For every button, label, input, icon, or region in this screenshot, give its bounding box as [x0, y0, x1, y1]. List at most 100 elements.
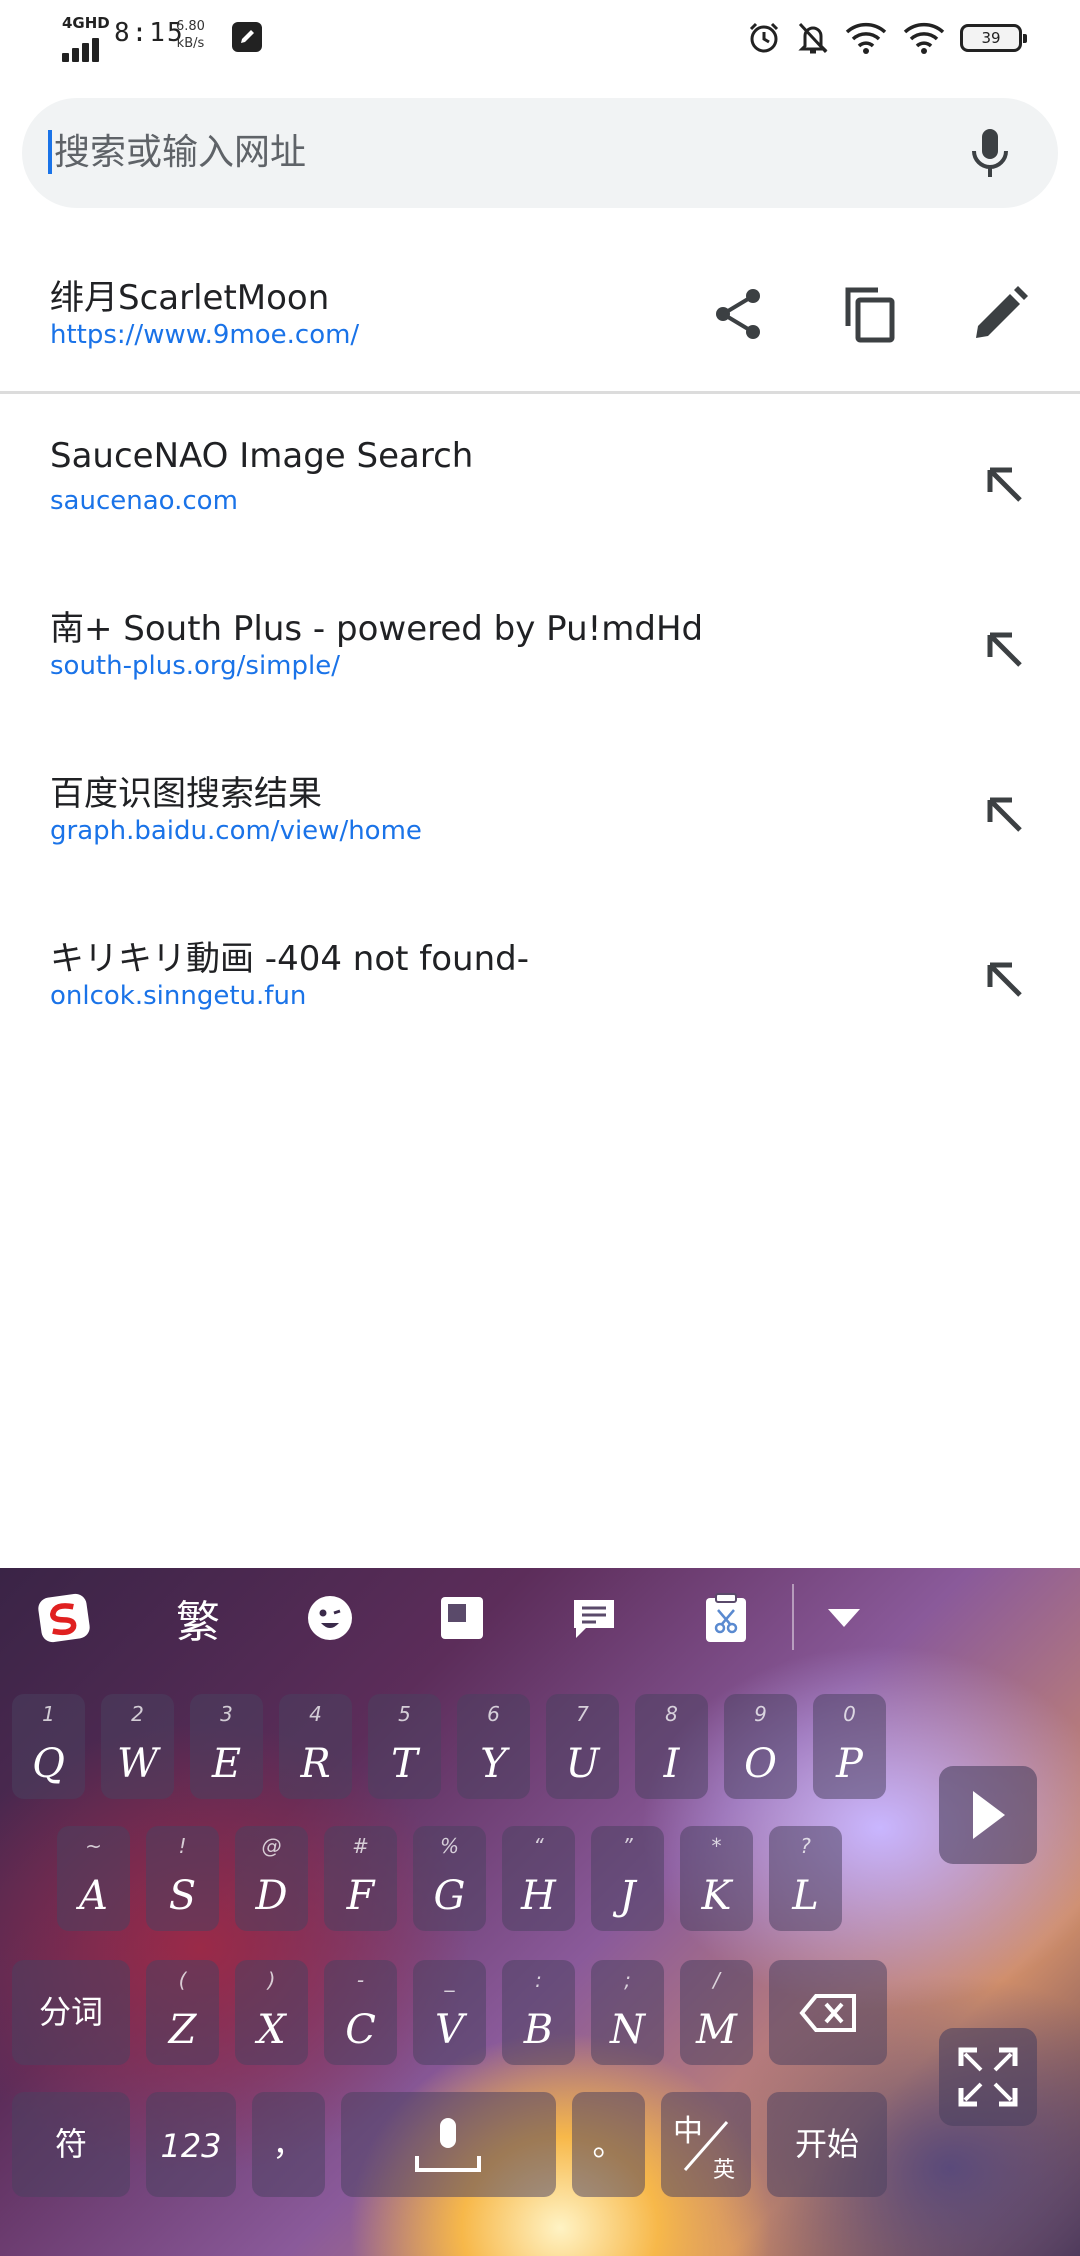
suggestion-row[interactable]: SauceNAO Image Search saucenao.com	[0, 420, 1080, 570]
key-a[interactable]: ~ A	[57, 1826, 130, 1931]
suggestion-row[interactable]: 南+ South Plus - powered by Pu!mdHd south…	[0, 585, 1080, 735]
suggestion-url: south-plus.org/simple/	[50, 651, 340, 681]
key-label: D	[255, 1873, 288, 1919]
key-i[interactable]: 8I	[635, 1694, 708, 1799]
comma-key[interactable]: ，	[252, 2092, 325, 2197]
key-hint: 9	[754, 1702, 767, 1726]
resize-keyboard-icon[interactable]	[434, 1590, 490, 1646]
key-t[interactable]: 5T	[368, 1694, 441, 1799]
key-label: Z	[168, 2007, 197, 2053]
key-label: X	[257, 2007, 286, 2053]
key-c[interactable]: -C	[324, 1960, 397, 2065]
key-o[interactable]: 9O	[724, 1694, 797, 1799]
key-w[interactable]: 2W	[101, 1694, 174, 1799]
fill-query-arrow-icon[interactable]	[980, 625, 1030, 675]
period-key[interactable]: 。	[572, 2092, 645, 2197]
key-y[interactable]: 6Y	[457, 1694, 530, 1799]
key-n[interactable]: ; N	[591, 1960, 664, 2065]
cursor-right-button[interactable]	[939, 1766, 1037, 1864]
key-u[interactable]: 7U	[546, 1694, 619, 1799]
toolbar-divider	[792, 1584, 794, 1650]
key-label: 符	[54, 2125, 87, 2163]
suggestion-url: onlcok.sinngetu.fun	[50, 981, 307, 1011]
key-hint: (	[178, 1968, 187, 1992]
language-switch-key[interactable]: 中 英	[661, 2092, 751, 2197]
suggestion-row[interactable]: キリキリ動画 -404 not found- onlcok.sinngetu.f…	[0, 915, 1080, 1065]
key-label: O	[744, 1741, 777, 1787]
key-hint: -	[356, 1968, 365, 1992]
expand-keyboard-button[interactable]	[939, 2028, 1037, 2126]
key-label: 开始	[794, 2125, 859, 2163]
key-e[interactable]: 3E	[190, 1694, 263, 1799]
key-f[interactable]: # F	[324, 1826, 397, 1931]
key-hint: )	[267, 1968, 276, 1992]
key-label: A	[79, 1873, 108, 1919]
hide-keyboard-icon[interactable]	[816, 1590, 872, 1646]
sogou-logo-icon[interactable]	[36, 1590, 92, 1646]
key-g[interactable]: % G	[413, 1826, 486, 1931]
key-b[interactable]: :B	[502, 1960, 575, 2065]
key-label: 123	[160, 2127, 222, 2165]
suggestion-title: キリキリ動画 -404 not found-	[50, 939, 529, 979]
copy-icon[interactable]	[838, 282, 902, 346]
key-d[interactable]: @ D	[235, 1826, 308, 1931]
keyboard-toolbar: 繁	[0, 1568, 1080, 1668]
quick-phrase-icon[interactable]	[566, 1590, 622, 1646]
current-page-row[interactable]: 绯月ScarletMoon https://www.9moe.com/	[0, 0, 1080, 394]
key-label: J	[619, 1873, 636, 1919]
key-p[interactable]: 0P	[813, 1694, 886, 1799]
key-label: ，	[272, 2125, 305, 2163]
key-k[interactable]: * K	[680, 1826, 753, 1931]
key-hint: ”	[622, 1834, 633, 1858]
key-hint: 6	[487, 1702, 500, 1726]
suggestion-url: graph.baidu.com/view/home	[50, 816, 422, 846]
current-page-title: 绯月ScarletMoon	[50, 278, 330, 318]
edit-icon[interactable]	[968, 282, 1032, 346]
key-r[interactable]: 4R	[279, 1694, 352, 1799]
key-label: S	[168, 1873, 197, 1919]
key-label: Q	[32, 1741, 65, 1787]
key-h[interactable]: “H	[502, 1826, 575, 1931]
key-hint: !	[178, 1834, 187, 1858]
go-key[interactable]: 开始	[767, 2092, 887, 2197]
divider	[0, 391, 1080, 394]
key-label: K	[701, 1873, 732, 1919]
key-label: P	[836, 1741, 863, 1787]
key-hint: ;	[624, 1968, 631, 1992]
key-z[interactable]: (Z	[146, 1960, 219, 2065]
key-j[interactable]: ” J	[591, 1826, 664, 1931]
symbols-key[interactable]: 符	[12, 2092, 130, 2197]
space-key[interactable]	[341, 2092, 556, 2197]
key-m[interactable]: / M	[680, 1960, 753, 2065]
key-label: I	[663, 1741, 680, 1787]
key-v[interactable]: _ V	[413, 1960, 486, 2065]
suggestion-title: SauceNAO Image Search	[50, 436, 474, 476]
key-label: M	[696, 2007, 737, 2053]
fill-query-arrow-icon[interactable]	[980, 460, 1030, 510]
key-hint: 4	[309, 1702, 322, 1726]
backspace-key[interactable]	[769, 1960, 887, 2065]
key-hint: 5	[398, 1702, 411, 1726]
key-s[interactable]: ! S	[146, 1826, 219, 1931]
key-hint: _	[444, 1968, 455, 1992]
key-label: 分词	[38, 1993, 103, 2031]
key-hint: 0	[843, 1702, 856, 1726]
emoji-icon[interactable]	[302, 1590, 358, 1646]
suggestion-row[interactable]: 百度识图搜索结果 graph.baidu.com/view/home	[0, 750, 1080, 900]
key-x[interactable]: ) X	[235, 1960, 308, 2065]
key-hint: 3	[220, 1702, 233, 1726]
segment-key[interactable]: 分词	[12, 1960, 130, 2065]
key-l[interactable]: ? L	[769, 1826, 842, 1931]
key-label: N	[610, 2007, 645, 2053]
share-icon[interactable]	[707, 282, 771, 346]
fill-query-arrow-icon[interactable]	[980, 955, 1030, 1005]
key-label: C	[345, 2007, 376, 2053]
numbers-key[interactable]: 123	[146, 2092, 236, 2197]
fill-query-arrow-icon[interactable]	[980, 790, 1030, 840]
key-q[interactable]: 1Q	[12, 1694, 85, 1799]
key-label: R	[300, 1741, 331, 1787]
clipboard-icon[interactable]	[698, 1590, 754, 1646]
play-arrow-icon	[973, 1791, 1005, 1839]
traditional-chinese-toggle[interactable]: 繁	[170, 1590, 226, 1648]
backspace-icon	[799, 1994, 856, 2032]
